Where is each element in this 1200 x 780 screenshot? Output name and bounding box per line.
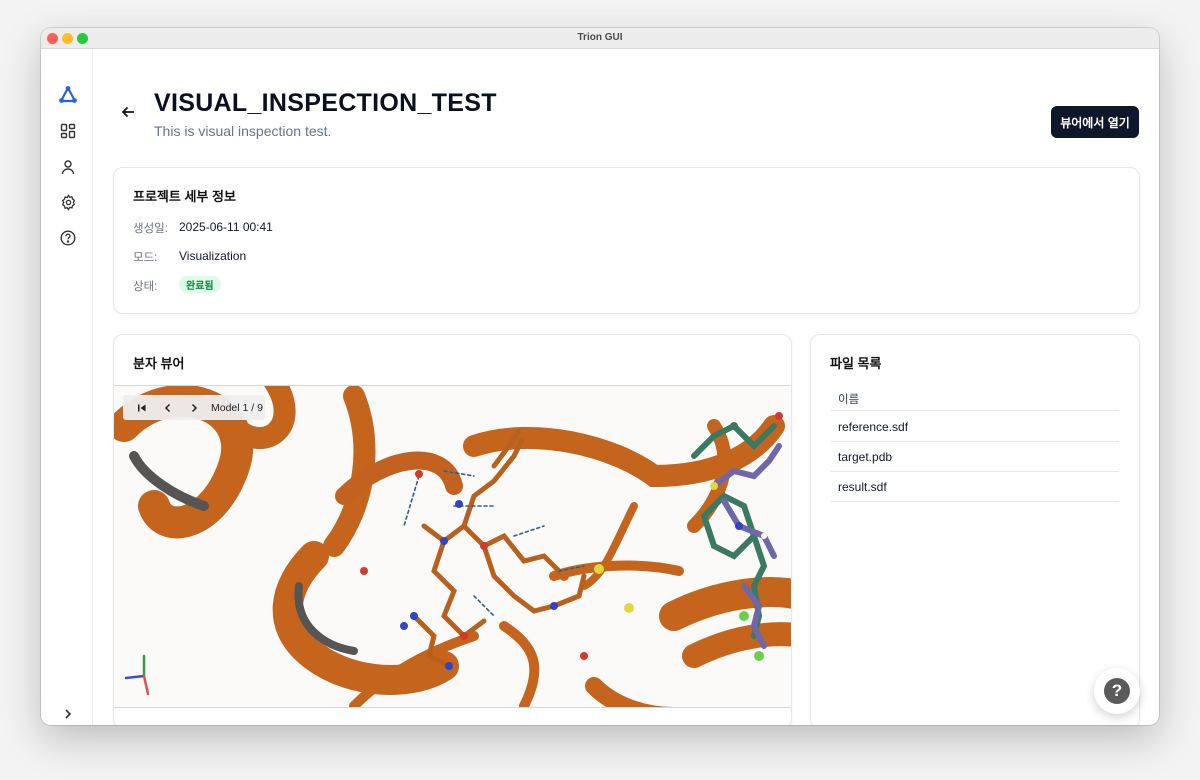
created-label: 생성일:	[133, 223, 168, 235]
help-button[interactable]: ?	[1094, 668, 1140, 714]
prev-model-button[interactable]	[155, 395, 181, 420]
molecule-canvas[interactable]: Model 1 / 9	[114, 385, 791, 708]
file-row-reference[interactable]: reference.sdf	[831, 412, 1119, 442]
file-name: reference.sdf	[838, 420, 909, 434]
file-row-target[interactable]: target.pdb	[831, 442, 1119, 472]
created-value: 2025-06-11 00:41	[179, 220, 273, 234]
page-title: VISUAL_INSPECTION_TEST	[154, 89, 497, 117]
molecule-viewer-card: 분자 뷰어 Model 1 / 9	[113, 334, 792, 725]
title-bar: Trion GUI	[41, 28, 1159, 49]
help-circle-icon[interactable]	[57, 227, 79, 249]
file-list-card: 파일 목록 이름 reference.sdf target.pdb result…	[810, 334, 1140, 725]
status-label: 상태:	[133, 281, 158, 293]
files-title: 파일 목록	[830, 356, 882, 371]
back-button[interactable]	[117, 101, 139, 123]
open-in-viewer-button[interactable]: 뷰어에서 열기	[1051, 106, 1139, 138]
first-model-button[interactable]	[129, 395, 155, 420]
app-window: Trion GUI VISUAL_INSPECTION_TEST This is…	[41, 28, 1159, 725]
file-name: result.sdf	[838, 480, 887, 494]
file-name-column-header: 이름	[838, 394, 860, 406]
model-counter: Model 1 / 9	[211, 401, 263, 414]
main-content: VISUAL_INSPECTION_TEST This is visual in…	[93, 49, 1159, 725]
viewer-controls: Model 1 / 9	[123, 395, 265, 420]
user-icon[interactable]	[57, 156, 79, 178]
mode-value: Visualization	[179, 249, 247, 263]
prev-icon	[164, 403, 171, 412]
project-details-card: 프로젝트 세부 정보 생성일: 2025-06-11 00:41 모드: Vis…	[113, 167, 1140, 314]
dashboard-icon[interactable]	[57, 120, 79, 142]
file-row-result[interactable]: result.sdf	[831, 472, 1119, 502]
arrow-left-icon	[121, 106, 134, 118]
sidebar	[41, 49, 93, 725]
status-badge: 완료됨	[179, 276, 221, 293]
file-list-header: 이름	[831, 383, 1119, 411]
next-model-button[interactable]	[181, 395, 207, 420]
first-icon	[138, 404, 146, 411]
mode-label: 모드:	[133, 252, 158, 264]
window-title: Trion GUI	[577, 32, 623, 43]
logo-icon[interactable]	[57, 84, 79, 106]
gear-icon[interactable]	[57, 191, 79, 213]
page-subtitle: This is visual inspection test.	[154, 123, 332, 139]
details-title: 프로젝트 세부 정보	[133, 189, 236, 204]
viewer-title: 분자 뷰어	[133, 356, 185, 371]
chevron-right-icon[interactable]	[57, 703, 79, 725]
molecule-render	[114, 386, 791, 707]
next-icon	[191, 403, 198, 412]
file-name: target.pdb	[838, 450, 893, 464]
question-mark-icon: ?	[1104, 678, 1130, 704]
